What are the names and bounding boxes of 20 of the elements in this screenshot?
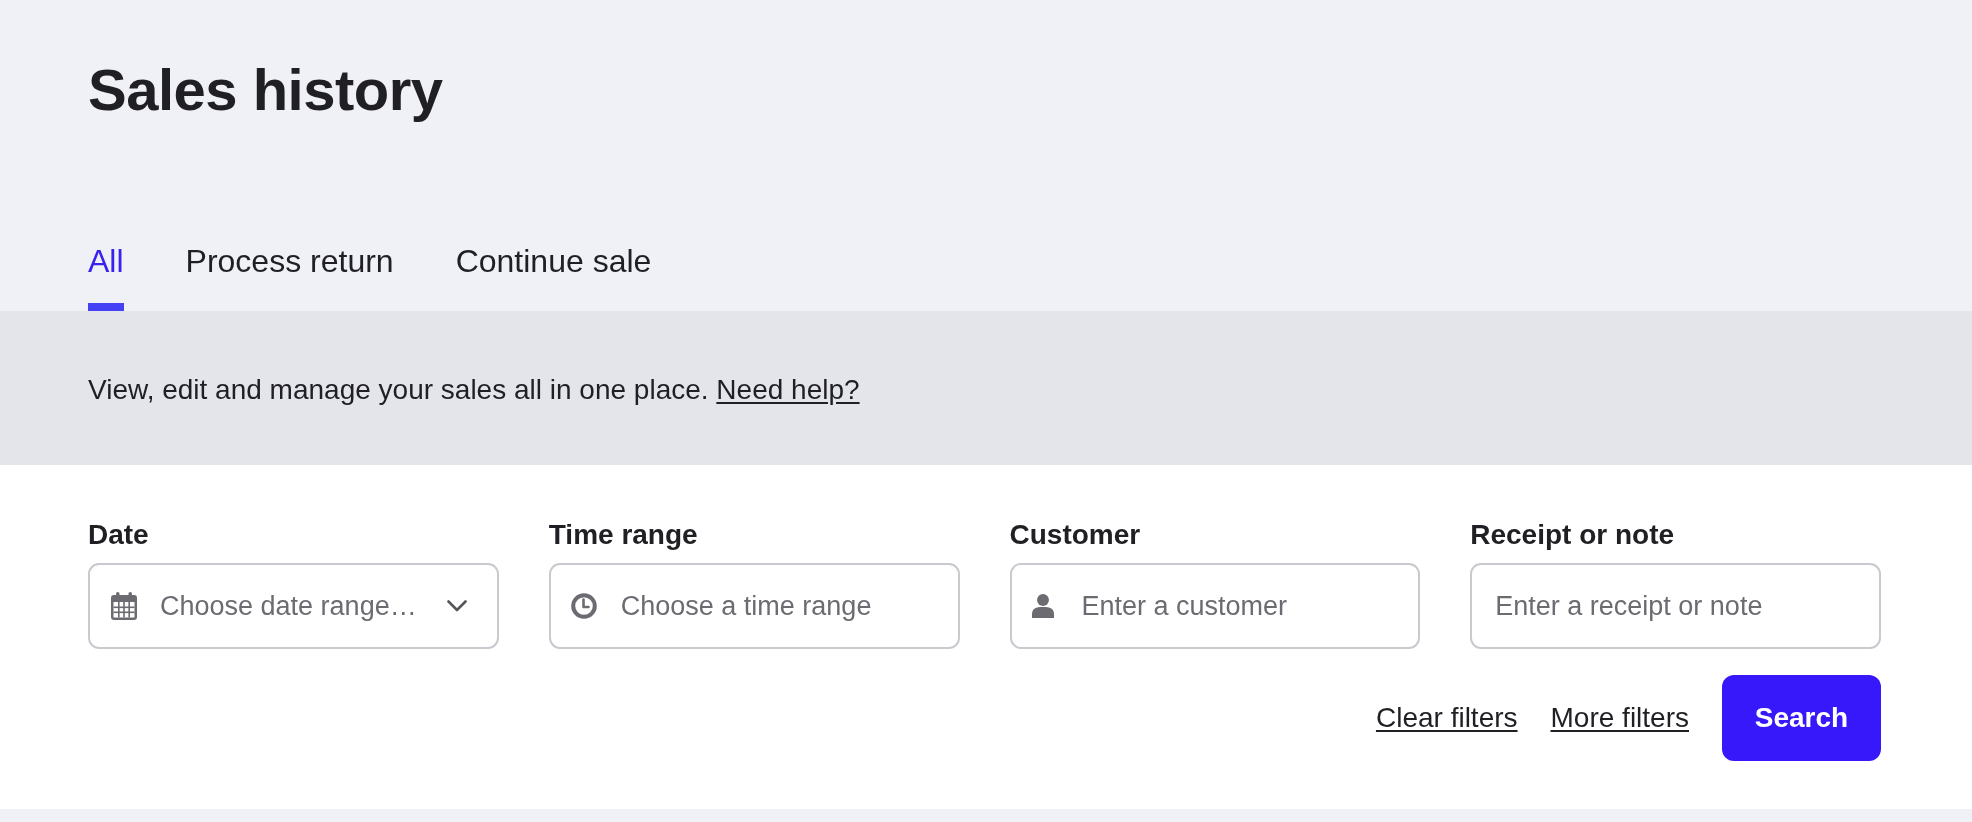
customer-field[interactable]: Enter a customer [1009, 563, 1421, 649]
person-icon [1031, 594, 1054, 618]
field-label: Date [88, 518, 149, 552]
time-range-field[interactable]: Choose a time range [548, 563, 960, 649]
filter-link[interactable]: More filters [1550, 701, 1689, 735]
calendar-icon [111, 592, 137, 620]
intro-text: View, edit and manage your sales all in one place. Need help? [88, 373, 860, 407]
tab[interactable]: Continue sale [455, 242, 652, 311]
clock-icon [570, 593, 597, 619]
chevron-down-icon [446, 600, 467, 612]
field-label: Time range [548, 518, 698, 552]
receipt-note-field[interactable]: Enter a receipt or note [1470, 563, 1881, 649]
help-link[interactable]: Need help? [716, 374, 860, 405]
field-label: Customer [1009, 518, 1141, 552]
date-range-dropdown[interactable]: Choose date range… [88, 563, 499, 649]
field-label: Receipt or note [1470, 518, 1675, 552]
filter-link[interactable]: Clear filters [1375, 701, 1518, 735]
search-button[interactable]: Search [1722, 675, 1881, 761]
page-title: Sales history [88, 56, 443, 123]
tab[interactable]: Process return [185, 242, 394, 311]
